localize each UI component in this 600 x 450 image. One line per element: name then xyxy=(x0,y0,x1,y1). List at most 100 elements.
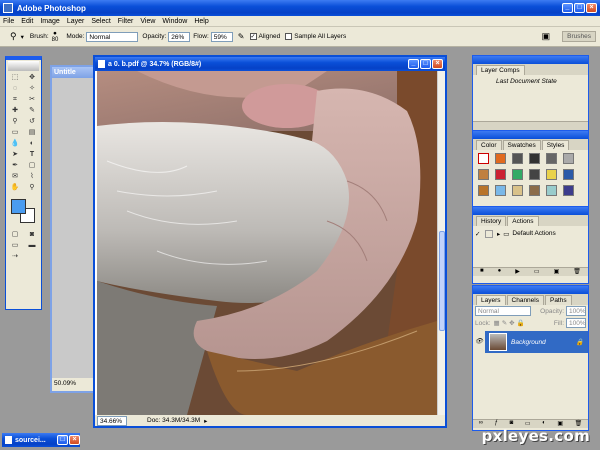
slice-tool-icon[interactable]: ✂ xyxy=(25,95,39,105)
lock-image-icon[interactable]: ✎ xyxy=(502,319,507,327)
type-tool-icon[interactable]: T xyxy=(25,150,39,160)
tab-paths[interactable]: Paths xyxy=(544,295,572,305)
panel-title-bar[interactable] xyxy=(473,286,588,294)
menu-edit[interactable]: Edit xyxy=(21,18,33,25)
expand-triangle-icon[interactable]: ▸ xyxy=(497,230,500,238)
minimized-close-button[interactable]: × xyxy=(69,435,80,445)
brush-preset-picker[interactable]: ● 80 xyxy=(52,30,59,43)
blend-mode-select[interactable]: Normal xyxy=(475,306,531,316)
jump-to-imageready-icon[interactable]: ⇢ xyxy=(8,252,22,262)
file-browser-icon[interactable]: ▣ xyxy=(542,31,551,42)
tab-layers[interactable]: Layers xyxy=(476,295,506,305)
brushes-tab[interactable]: Brushes xyxy=(562,31,596,42)
style-swatch[interactable] xyxy=(512,153,523,164)
tab-channels[interactable]: Channels xyxy=(506,295,544,305)
minimize-button[interactable]: _ xyxy=(562,3,573,13)
path-selection-tool-icon[interactable]: ➤ xyxy=(8,150,22,160)
layer-row-background[interactable]: 👁 Background 🔒 xyxy=(473,331,588,353)
status-arrow-icon[interactable]: ▸ xyxy=(204,417,207,425)
quick-mask-icon[interactable]: ◙ xyxy=(25,230,39,240)
panel-title-bar[interactable] xyxy=(473,131,588,139)
tab-actions[interactable]: Actions xyxy=(507,216,539,226)
menu-help[interactable]: Help xyxy=(194,18,208,25)
screen-mode-full-icon[interactable]: ▬ xyxy=(25,241,39,251)
style-swatch[interactable] xyxy=(546,185,557,196)
minimized-document[interactable]: sourcei... □ × xyxy=(2,433,80,447)
style-swatch[interactable] xyxy=(529,153,540,164)
style-swatch[interactable] xyxy=(512,169,523,180)
flow-input[interactable]: 59% xyxy=(210,31,233,42)
blur-tool-icon[interactable]: 💧 xyxy=(8,139,22,149)
style-swatch[interactable] xyxy=(478,153,489,164)
lock-all-icon[interactable]: 🔒 xyxy=(517,319,525,327)
aligned-checkbox[interactable]: ✓ xyxy=(249,33,257,40)
brush-tool-icon[interactable]: ✎ xyxy=(25,106,39,116)
maximize-button[interactable]: □ xyxy=(574,3,585,13)
opacity-input[interactable]: 26% xyxy=(168,31,191,42)
menu-select[interactable]: Select xyxy=(91,18,110,25)
doc-minimize-button[interactable]: _ xyxy=(408,59,419,69)
delete-icon[interactable]: 🗑 xyxy=(573,268,581,276)
eyedropper-tool-icon[interactable]: ⌇ xyxy=(25,172,39,182)
menu-filter[interactable]: Filter xyxy=(118,18,134,25)
notes-tool-icon[interactable]: ✉ xyxy=(8,172,22,182)
zoom-input[interactable]: 34.66% xyxy=(97,415,127,426)
hand-tool-icon[interactable]: ✋ xyxy=(8,183,22,193)
eraser-tool-icon[interactable]: ▭ xyxy=(8,128,22,138)
tab-styles[interactable]: Styles xyxy=(541,140,570,150)
menu-window[interactable]: Window xyxy=(162,18,187,25)
style-swatch[interactable] xyxy=(546,153,557,164)
standard-mode-icon[interactable]: ▢ xyxy=(8,230,22,240)
clone-stamp-icon[interactable]: ⚲ xyxy=(10,31,17,42)
move-tool-icon[interactable]: ✥ xyxy=(25,73,39,83)
crop-tool-icon[interactable]: ⌗ xyxy=(8,95,22,105)
background-document-window[interactable]: Untitle 50.09% xyxy=(50,65,96,393)
menu-layer[interactable]: Layer xyxy=(67,18,85,25)
airbrush-icon[interactable]: ✎ xyxy=(238,32,245,41)
shape-tool-icon[interactable]: ▢ xyxy=(25,161,39,171)
document-window[interactable]: a 0. b.pdf @ 34.7% (RGB/8#) _ □ × 34.66%… xyxy=(93,55,447,428)
magic-wand-tool-icon[interactable]: ✧ xyxy=(25,84,39,94)
close-button[interactable]: × xyxy=(586,3,597,13)
dialog-toggle[interactable] xyxy=(485,229,493,238)
history-brush-tool-icon[interactable]: ↺ xyxy=(25,117,39,127)
tab-layer-comps[interactable]: Layer Comps xyxy=(476,65,525,75)
style-swatch[interactable] xyxy=(495,153,506,164)
checkmark-icon[interactable]: ✓ xyxy=(475,230,485,238)
new-action-icon[interactable]: ▣ xyxy=(554,268,560,276)
restore-button[interactable]: □ xyxy=(57,435,68,445)
gradient-tool-icon[interactable]: ▤ xyxy=(25,128,39,138)
healing-brush-tool-icon[interactable]: ✚ xyxy=(8,106,22,116)
tab-history[interactable]: History xyxy=(476,216,507,226)
style-swatch[interactable] xyxy=(546,169,557,180)
style-swatch[interactable] xyxy=(563,185,574,196)
marquee-tool-icon[interactable]: ⬚ xyxy=(8,73,22,83)
image-canvas[interactable] xyxy=(97,71,437,415)
document-scrollbar[interactable] xyxy=(437,71,445,415)
pen-tool-icon[interactable]: ✒ xyxy=(8,161,22,171)
tab-swatches[interactable]: Swatches xyxy=(502,140,541,150)
new-set-icon[interactable]: ▭ xyxy=(534,268,540,276)
style-swatch[interactable] xyxy=(495,185,506,196)
lasso-tool-icon[interactable]: ◌ xyxy=(8,84,22,94)
style-swatch[interactable] xyxy=(563,169,574,180)
lock-position-icon[interactable]: ✥ xyxy=(509,319,514,327)
tab-color[interactable]: Color xyxy=(476,140,502,150)
scroll-thumb[interactable] xyxy=(439,231,445,331)
clone-stamp-tool-icon[interactable]: ⚲ xyxy=(8,117,22,127)
action-set-row[interactable]: ✓ ▸ ▭ Default Actions xyxy=(475,228,586,239)
menu-view[interactable]: View xyxy=(140,18,155,25)
menu-image[interactable]: Image xyxy=(40,18,59,25)
doc-maximize-button[interactable]: □ xyxy=(420,59,431,69)
fill-input[interactable]: 100% xyxy=(566,318,586,328)
mode-select[interactable]: Normal xyxy=(86,31,139,42)
bg-doc-canvas[interactable] xyxy=(52,78,94,378)
menu-file[interactable]: File xyxy=(3,18,14,25)
stop-icon[interactable]: ■ xyxy=(480,268,484,276)
panel-title-bar[interactable] xyxy=(473,56,588,64)
style-swatch[interactable] xyxy=(563,153,574,164)
style-swatch[interactable] xyxy=(495,169,506,180)
panel-title-bar[interactable] xyxy=(473,207,588,215)
lock-transparency-icon[interactable]: ▦ xyxy=(494,319,500,327)
layer-comp-item[interactable]: Last Document State xyxy=(476,77,585,87)
